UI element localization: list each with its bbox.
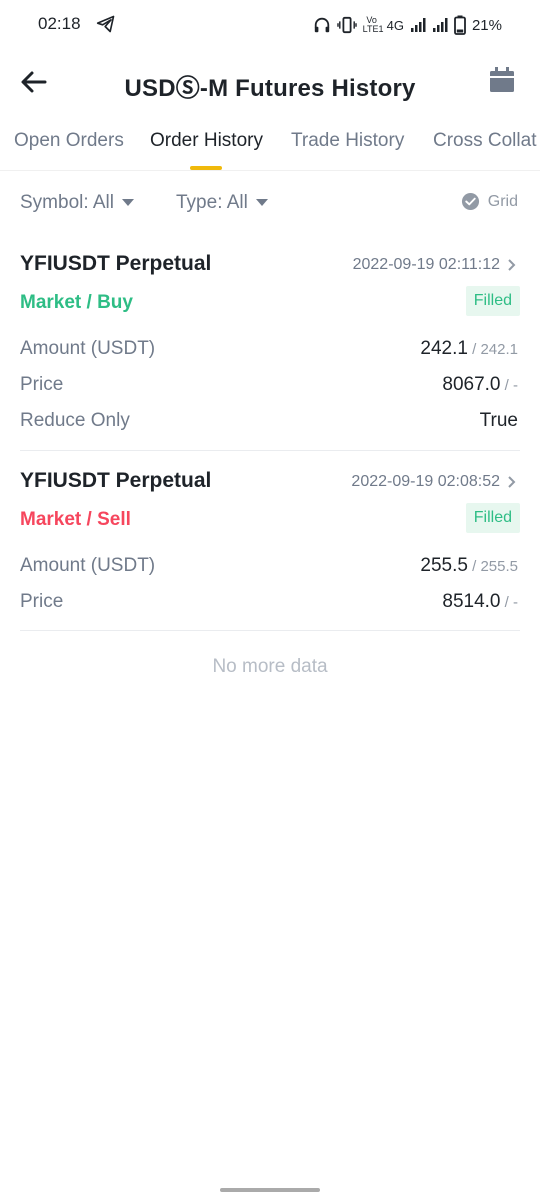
row-label: Reduce Only <box>20 410 130 431</box>
header: USDⓈ-M Futures History <box>0 50 540 114</box>
caret-down-icon <box>255 199 268 206</box>
row-value: 8067.0 / - <box>442 374 518 395</box>
signal-icon-2 <box>432 18 448 32</box>
filters-bar: Symbol: All Type: All Grid <box>0 180 540 228</box>
row-value: 242.1 / 242.1 <box>420 338 518 359</box>
caret-down-icon <box>121 199 134 206</box>
row-label: Price <box>20 591 64 612</box>
type-filter[interactable]: Type: All <box>176 192 268 214</box>
row-label: Amount (USDT) <box>20 555 156 576</box>
status-badge: Filled <box>465 286 520 316</box>
tab-cross-collateral[interactable]: Cross Collat <box>433 130 536 152</box>
tab-open-orders[interactable]: Open Orders <box>14 130 124 152</box>
detail-row: Amount (USDT) 255.5 / 255.5 <box>20 555 520 585</box>
status-time: 02:18 <box>38 14 81 33</box>
row-label: Price <box>20 374 64 395</box>
signal-icon <box>410 18 426 32</box>
row-value: 8514.0 / - <box>442 591 518 612</box>
status-icons: Vo LTE1 4G 21% <box>313 14 502 36</box>
page-title: USDⓈ-M Futures History <box>124 75 416 102</box>
telegram-icon <box>96 15 115 33</box>
calendar-filter-icon[interactable] <box>488 66 516 94</box>
order-time-text: 2022-09-19 02:11:12 <box>352 256 500 273</box>
volte-indicator: Vo LTE1 <box>362 15 384 34</box>
no-more-data: No more data <box>212 656 328 677</box>
order-symbol: YFIUSDT Perpetual <box>20 469 212 492</box>
battery-percent: 21% <box>471 16 502 34</box>
symbol-filter[interactable]: Symbol: All <box>20 192 134 214</box>
detail-row: Amount (USDT) 242.1 / 242.1 <box>20 338 520 368</box>
order-divider <box>20 450 520 451</box>
order-time: 2022-09-19 02:11:12 <box>353 256 516 274</box>
home-indicator[interactable] <box>220 1188 320 1192</box>
order-time: 2022-09-19 02:08:52 <box>351 473 516 491</box>
order-side: Market / Buy <box>20 292 133 313</box>
order-side: Market / Sell <box>20 509 131 530</box>
grid-label: Grid <box>487 192 518 210</box>
battery-icon <box>454 15 466 35</box>
order-symbol: YFIUSDT Perpetual <box>20 252 212 275</box>
order-card[interactable]: YFIUSDT Perpetual 2022-09-19 02:11:12 Ma… <box>20 252 520 442</box>
chevron-right-icon <box>508 476 516 488</box>
row-label: Amount (USDT) <box>20 338 156 359</box>
detail-row: Reduce Only True <box>20 410 520 440</box>
status-badge: Filled <box>465 503 520 533</box>
row-value: True <box>479 410 518 431</box>
active-tab-indicator <box>190 166 222 170</box>
status-bar: 02:18 Vo LTE1 4G 21% <box>0 0 540 50</box>
order-divider <box>20 630 520 631</box>
tab-order-history[interactable]: Order History <box>150 130 263 152</box>
detail-row: Price 8067.0 / - <box>20 374 520 404</box>
order-time-text: 2022-09-19 02:08:52 <box>351 473 500 490</box>
detail-row: Price 8514.0 / - <box>20 591 520 621</box>
history-tabs: Open Orders Order History Trade History … <box>0 122 540 171</box>
order-card[interactable]: YFIUSDT Perpetual 2022-09-19 02:08:52 Ma… <box>20 469 520 619</box>
row-value: 255.5 / 255.5 <box>420 555 518 576</box>
network-type: 4G <box>386 17 404 33</box>
grid-toggle[interactable]: Grid <box>461 192 518 211</box>
check-circle-icon <box>461 192 479 211</box>
type-filter-label: Type: All <box>176 192 248 213</box>
headphones-icon <box>314 17 329 33</box>
tab-trade-history[interactable]: Trade History <box>291 130 404 152</box>
symbol-filter-label: Symbol: All <box>20 192 114 213</box>
chevron-right-icon <box>508 259 516 271</box>
vibrate-icon <box>336 16 357 34</box>
